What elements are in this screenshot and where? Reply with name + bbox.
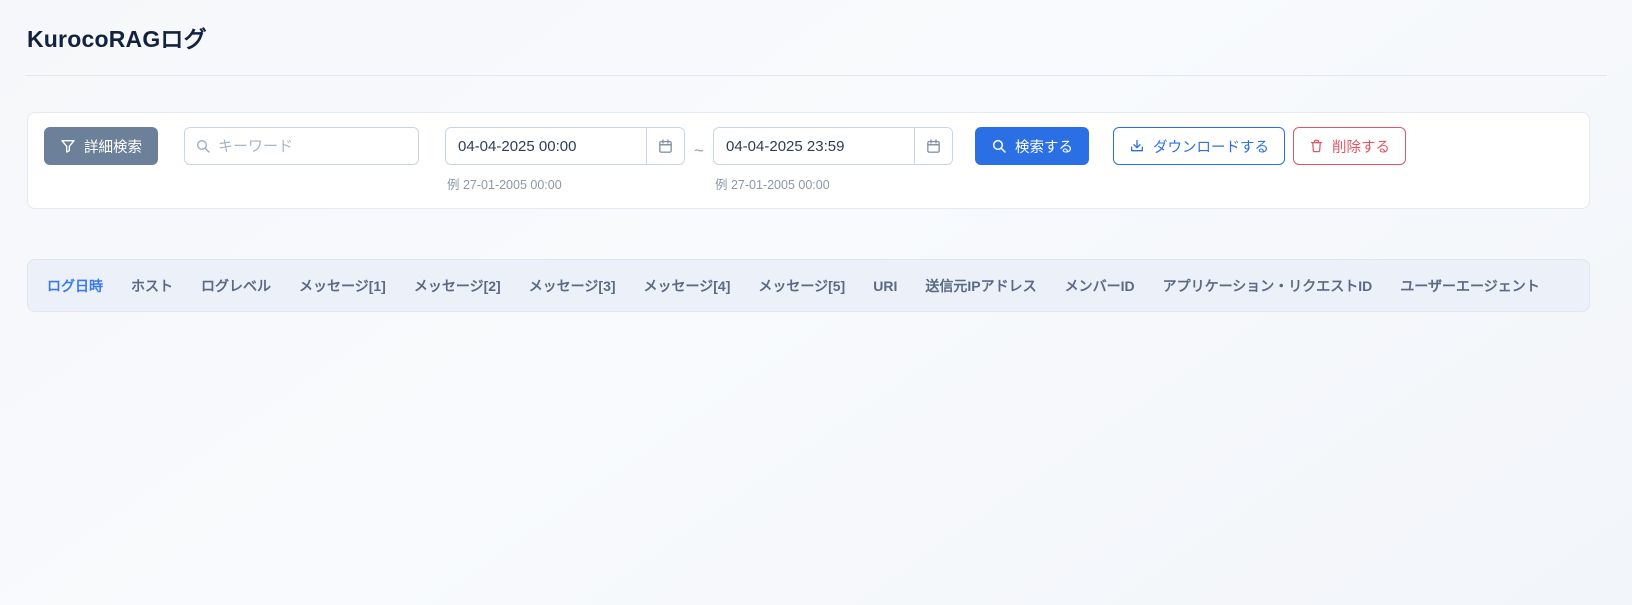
column-header-source-ip[interactable]: 送信元IPアドレス [925,276,1036,296]
download-button-label: ダウンロードする [1153,139,1269,156]
filter-panel: 詳細検索 例 27-01-2005 00:00 ~ [27,112,1590,209]
page-header: KurocoRAGログ [0,0,1632,54]
delete-button-label: 削除する [1332,139,1390,156]
date-from-calendar-button[interactable] [646,128,684,164]
trash-icon [1309,138,1324,154]
column-header-message-1[interactable]: メッセージ[1] [299,276,386,296]
advanced-search-button[interactable]: 詳細検索 [44,127,158,165]
date-to-field: 例 27-01-2005 00:00 [713,127,953,193]
date-from-group [445,127,685,165]
search-button-label: 検索する [1015,139,1073,156]
advanced-search-label: 詳細検索 [84,139,142,156]
column-header-member-id[interactable]: メンバーID [1065,276,1135,296]
date-from-field: 例 27-01-2005 00:00 [445,127,685,193]
date-range-separator: ~ [694,141,704,160]
date-to-group [713,127,953,165]
date-from-input[interactable] [446,128,646,164]
download-button[interactable]: ダウンロードする [1113,127,1285,165]
date-from-hint: 例 27-01-2005 00:00 [447,178,562,192]
magnifier-icon [991,138,1007,154]
page-title: KurocoRAGログ [27,26,207,52]
log-table-body-empty [0,312,1632,605]
column-header-host[interactable]: ホスト [131,276,173,296]
search-button[interactable]: 検索する [975,127,1089,165]
delete-button[interactable]: 削除する [1293,127,1406,165]
keyword-search-field [184,127,419,165]
column-header-uri[interactable]: URI [873,278,897,294]
column-header-message-2[interactable]: メッセージ[2] [414,276,501,296]
funnel-icon [60,138,76,154]
column-header-log-datetime[interactable]: ログ日時 [47,276,103,296]
column-header-message-5[interactable]: メッセージ[5] [758,276,845,296]
download-tray-icon [1129,138,1145,154]
column-header-log-level[interactable]: ログレベル [201,276,271,296]
header-divider [25,75,1607,76]
column-header-application-request-id[interactable]: アプリケーション・リクエストID [1163,276,1373,296]
calendar-icon [925,138,942,155]
date-to-calendar-button[interactable] [914,128,952,164]
column-header-message-4[interactable]: メッセージ[4] [644,276,731,296]
date-to-hint: 例 27-01-2005 00:00 [715,178,830,192]
magnifier-icon [195,138,211,154]
column-header-message-3[interactable]: メッセージ[3] [529,276,616,296]
calendar-icon [657,138,674,155]
log-table-header: ログ日時 ホスト ログレベル メッセージ[1] メッセージ[2] メッセージ[3… [27,259,1590,312]
column-header-user-agent[interactable]: ユーザーエージェント [1400,276,1539,296]
keyword-input[interactable] [218,137,408,155]
date-to-input[interactable] [714,128,914,164]
